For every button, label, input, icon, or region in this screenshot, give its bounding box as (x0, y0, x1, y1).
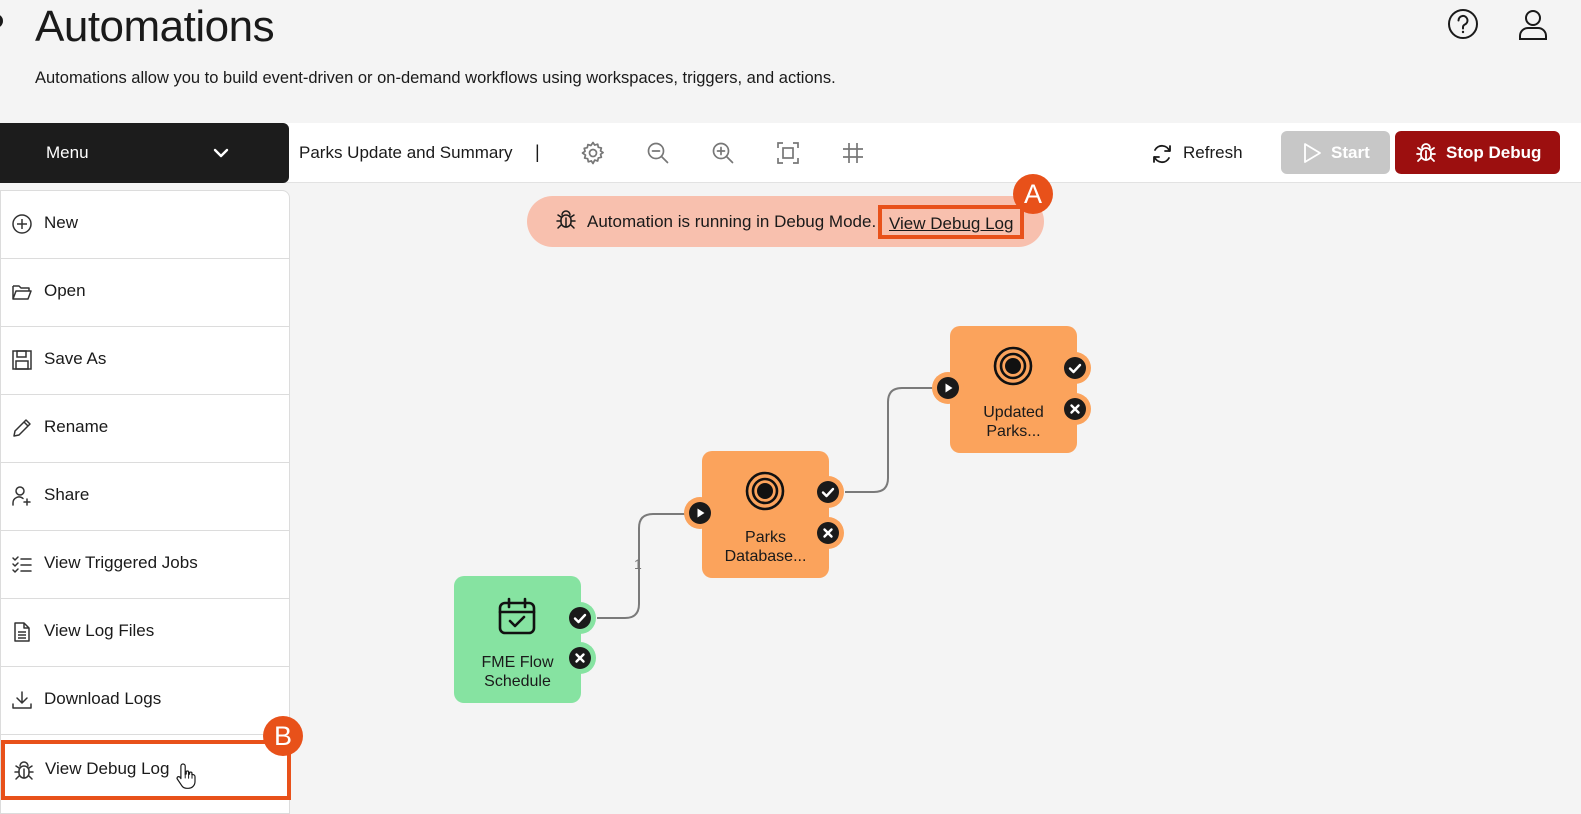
zoom-out-icon[interactable] (645, 140, 671, 166)
menu-item-new[interactable]: New (1, 191, 290, 259)
x-circle-icon (817, 522, 839, 544)
folder-open-icon (11, 281, 33, 303)
callout-badge-b: B (263, 716, 303, 756)
hand-cursor-icon (176, 763, 196, 789)
toolbar: Menu Parks Update and Summary | Refresh … (0, 123, 1581, 183)
node-label: Parks Database... (724, 529, 807, 565)
start-button[interactable]: Start (1281, 131, 1390, 174)
failure-port[interactable] (812, 517, 844, 549)
menu-item-share[interactable]: Share (1, 463, 290, 531)
left-edge-fragment (0, 14, 3, 28)
toolbar-separator: | (535, 142, 540, 162)
x-circle-icon (1064, 398, 1086, 420)
menu-item-view-log-files[interactable]: View Log Files (1, 599, 290, 667)
chevron-down-icon (213, 148, 229, 158)
target-icon (993, 346, 1033, 386)
menu-item-label: Open (44, 281, 86, 300)
fit-view-icon[interactable] (775, 140, 801, 166)
menu-item-rename[interactable]: Rename (1, 395, 290, 463)
target-icon (745, 471, 785, 511)
bug-icon (555, 209, 577, 231)
menu-item-label: Rename (44, 417, 109, 436)
failure-port[interactable] (1059, 393, 1091, 425)
play-circle-icon (689, 502, 711, 524)
menu-label: Menu (46, 143, 89, 162)
bug-icon (1416, 143, 1436, 162)
node-fme-flow-schedule[interactable]: FME Flow Schedule (454, 576, 581, 703)
stop-debug-label: Stop Debug (1446, 143, 1542, 162)
input-port[interactable] (932, 372, 964, 404)
user-icon[interactable] (1515, 6, 1551, 42)
debug-mode-banner: Automation is running in Debug Mode. Vie… (527, 196, 1044, 247)
menu-item-view-triggered-jobs[interactable]: View Triggered Jobs (1, 531, 290, 599)
node-label: Updated Parks... (983, 404, 1044, 440)
menu-item-open[interactable]: Open (1, 259, 290, 327)
x-circle-icon (569, 647, 591, 669)
start-label: Start (1331, 143, 1370, 162)
calendar-check-icon (497, 596, 537, 636)
page-title: Automations (35, 2, 275, 51)
node-updated-parks[interactable]: Updated Parks... (950, 326, 1077, 453)
callout-badge-a: A (1013, 174, 1053, 214)
check-circle-icon (569, 607, 591, 629)
menu-item-view-debug-log[interactable]: View Debug Log (1, 740, 291, 800)
grid-icon[interactable] (840, 140, 866, 166)
input-port[interactable] (684, 497, 716, 529)
success-port[interactable] (812, 476, 844, 508)
bug-icon (13, 760, 35, 782)
pencil-icon (11, 417, 33, 439)
zoom-in-icon[interactable] (710, 140, 736, 166)
menu-button[interactable]: Menu (0, 123, 289, 183)
success-port[interactable] (1059, 352, 1091, 384)
connector-parks-db-to-updated-parks (845, 387, 934, 493)
menu-dropdown: New Open Save As Rename Share View Trigg… (0, 190, 291, 814)
plus-circle-icon (11, 213, 33, 235)
connector-label: 1 (634, 556, 642, 572)
refresh-button[interactable]: Refresh (1150, 136, 1260, 170)
banner-message: Automation is running in Debug Mode. (587, 212, 877, 231)
menu-item-label: View Log Files (44, 621, 155, 640)
download-icon (11, 689, 33, 711)
menu-item-label: View Debug Log (45, 759, 170, 778)
check-circle-icon (817, 481, 839, 503)
workflow-name: Parks Update and Summary (299, 143, 513, 162)
file-text-icon (11, 621, 33, 643)
play-icon (1304, 143, 1321, 163)
view-debug-log-link[interactable]: View Debug Log (878, 205, 1025, 239)
check-circle-icon (1064, 357, 1086, 379)
menu-item-label: Download Logs (44, 689, 162, 708)
play-circle-icon (937, 377, 959, 399)
menu-item-label: Save As (44, 349, 107, 368)
page-description: Automations allow you to build event-dri… (35, 69, 836, 87)
success-port[interactable] (564, 602, 596, 634)
node-parks-database[interactable]: Parks Database... (702, 451, 829, 578)
menu-item-label: View Triggered Jobs (44, 553, 198, 572)
node-label: FME Flow Schedule (481, 654, 554, 690)
share-user-icon (11, 485, 33, 507)
checklist-icon (11, 553, 33, 575)
save-icon (11, 349, 33, 371)
failure-port[interactable] (564, 642, 596, 674)
menu-item-save-as[interactable]: Save As (1, 327, 290, 395)
settings-icon[interactable] (580, 140, 606, 166)
menu-item-label: Share (44, 485, 90, 504)
refresh-label: Refresh (1183, 143, 1243, 162)
menu-item-label: New (44, 213, 79, 232)
refresh-icon (1153, 144, 1171, 164)
stop-debug-button[interactable]: Stop Debug (1395, 131, 1560, 174)
menu-item-download-logs[interactable]: Download Logs (1, 667, 290, 735)
help-circle-icon[interactable] (1445, 6, 1481, 42)
